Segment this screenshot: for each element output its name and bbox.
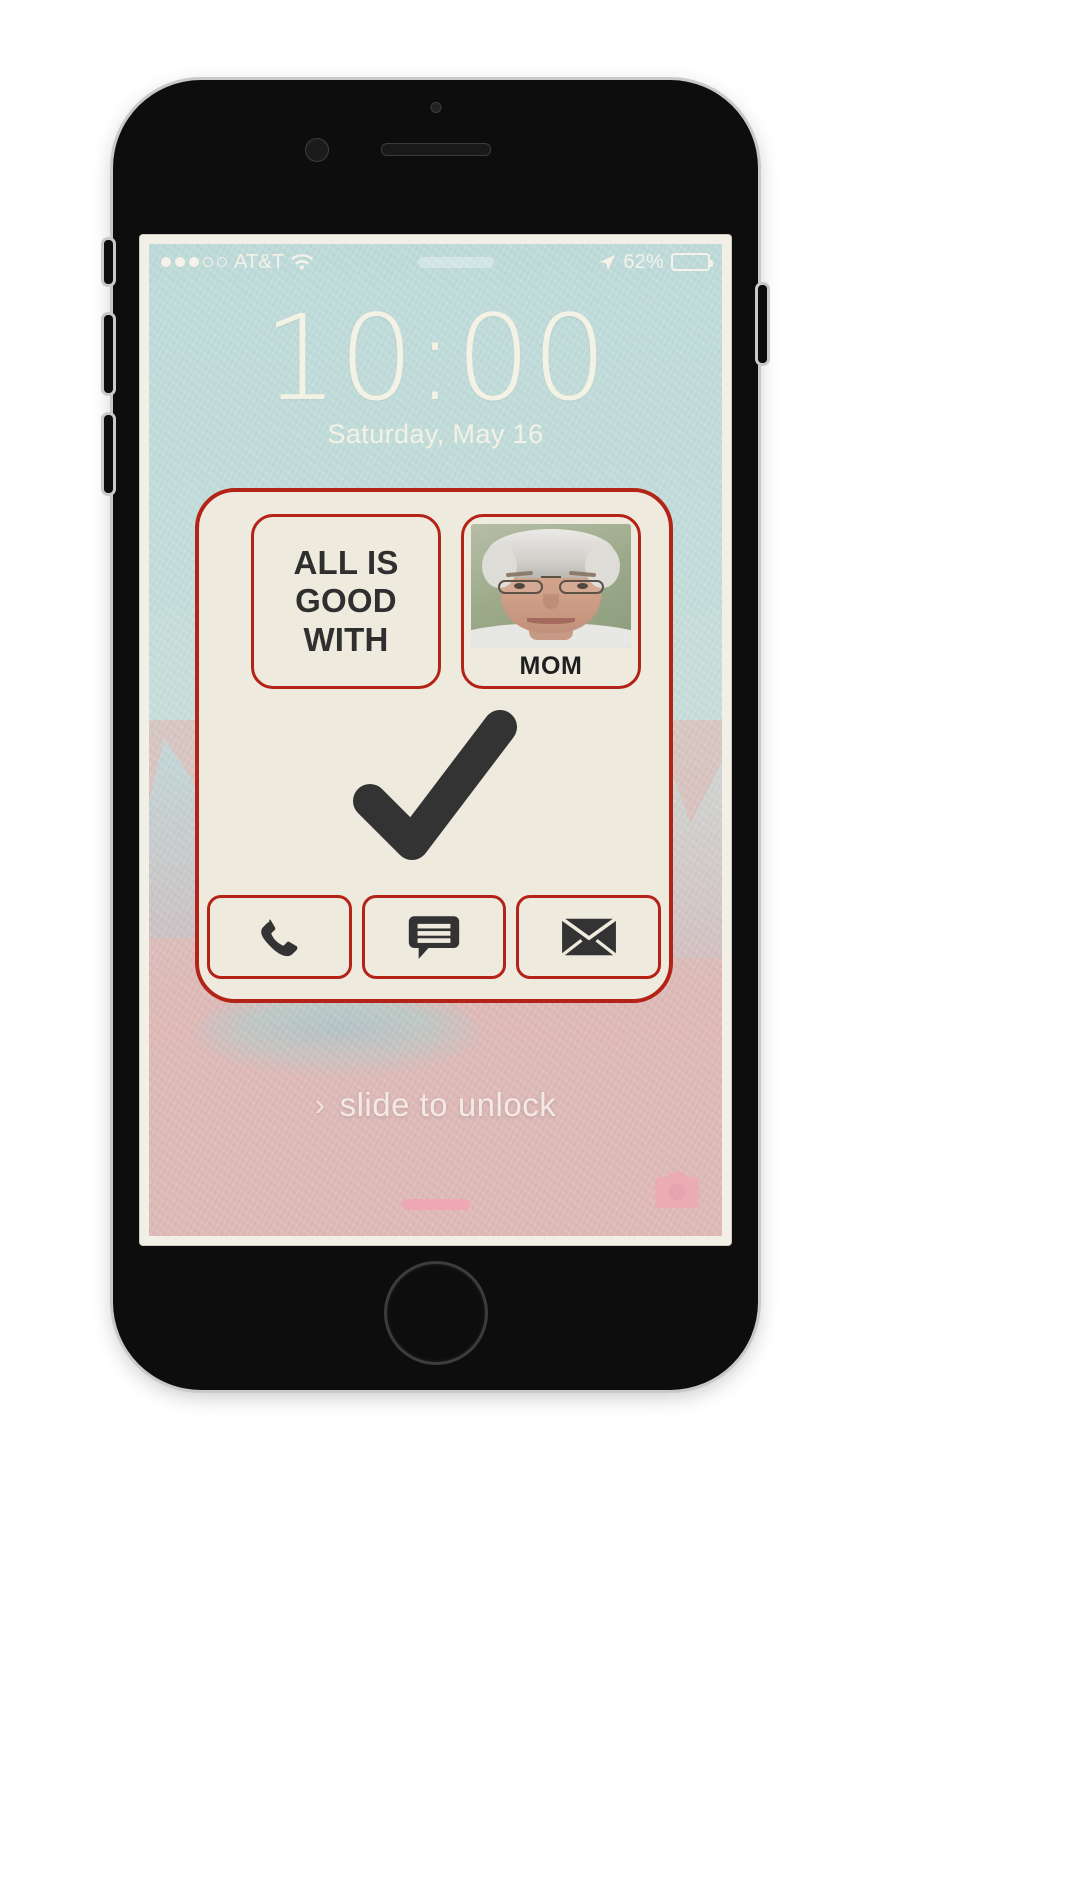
lock-screen[interactable]: AT&T 62% 10:00 Saturday, May 16 ALL IS G… [149, 244, 722, 1236]
silent-switch[interactable] [104, 240, 113, 284]
chevron-right-icon: › [314, 1087, 326, 1122]
status-bar-right: 62% [599, 250, 713, 274]
assist-card[interactable]: ALL IS GOOD WITH MOM [195, 488, 673, 1003]
contact-name-label: MOM [519, 651, 583, 680]
status-bar: AT&T 62% [149, 244, 722, 280]
slide-to-unlock[interactable]: › slide to unlock [149, 1086, 722, 1124]
status-center-pill [418, 256, 495, 268]
phone-frame: AT&T 62% 10:00 Saturday, May 16 ALL IS G… [104, 80, 767, 1390]
call-button[interactable] [207, 895, 352, 979]
lock-screen-time: 10:00 [262, 289, 609, 427]
checkmark-icon [199, 690, 669, 880]
signal-strength-icon [161, 257, 227, 267]
lock-screen-date: Saturday, May 16 [327, 419, 544, 450]
camera-icon[interactable] [654, 1170, 700, 1208]
wifi-icon [291, 253, 314, 271]
slide-to-unlock-label: slide to unlock [339, 1086, 557, 1123]
status-bar-center [313, 256, 599, 268]
status-bar-left: AT&T [161, 250, 314, 274]
contact-tile[interactable]: MOM [461, 514, 641, 689]
home-indicator [401, 1199, 470, 1210]
proximity-sensor-icon [430, 102, 441, 113]
phone-icon [251, 914, 307, 960]
home-button[interactable] [383, 1261, 488, 1365]
earpiece-speaker [380, 143, 491, 156]
message-tile[interactable]: ALL IS GOOD WITH [251, 514, 441, 689]
clock-block: 10:00 Saturday, May 16 [149, 289, 722, 450]
battery-icon [671, 253, 713, 271]
carrier-label: AT&T [234, 250, 285, 273]
front-camera-icon [305, 138, 329, 162]
volume-down-button[interactable] [104, 415, 113, 493]
volume-up-button[interactable] [104, 315, 113, 393]
power-button[interactable] [758, 285, 767, 363]
battery-percent-label: 62% [623, 250, 664, 273]
email-button[interactable] [516, 895, 662, 979]
envelope-icon [560, 914, 617, 960]
card-top-row: ALL IS GOOD WITH MOM [251, 514, 641, 689]
message-button[interactable] [361, 895, 507, 979]
message-bubble-icon [406, 914, 462, 960]
location-arrow-icon [599, 254, 616, 271]
message-text: ALL IS GOOD WITH [293, 543, 399, 658]
action-row [207, 895, 662, 979]
screen-bezel: AT&T 62% 10:00 Saturday, May 16 ALL IS G… [140, 235, 731, 1245]
contact-photo [471, 524, 631, 648]
